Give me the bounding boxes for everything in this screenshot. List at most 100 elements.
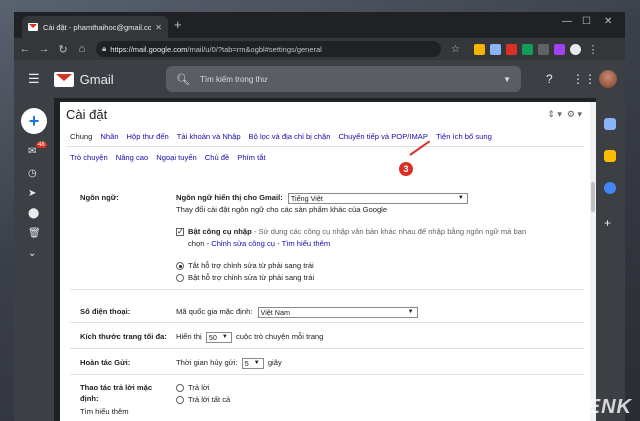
close-tab-icon[interactable]: ✕ [155,23,162,32]
change-language-link[interactable]: Thay đổi cài đặt ngôn ngữ cho các sản ph… [176,204,387,215]
input-tools-desc-2: chọn - [188,239,212,248]
country-code-select[interactable]: Việt Nam ▼ [257,306,418,318]
page-size-value: 50 [208,332,217,342]
browser-tab[interactable]: Cài đặt - phamthaihoc@gmail.co ✕ [22,16,168,38]
language-display-group: Ngôn ngữ hiển thị cho Gmail: Tiếng Việt ▼ [176,192,468,204]
country-code-value: Việt Nam [260,307,290,317]
tab-general[interactable]: Chung [70,132,92,141]
tab-offline[interactable]: Ngoại tuyến [156,153,197,162]
calendar-icon[interactable] [604,118,616,130]
page-size-suffix: cuộc trò chuyện mỗi trang [236,332,324,341]
page-size-prefix: Hiển thị [176,332,202,341]
tab-advanced[interactable]: Nâng cao [116,153,149,162]
undo-send-select[interactable]: 5 ▼ [241,357,264,369]
add-addon-icon[interactable]: + [604,216,611,230]
new-tab-icon[interactable]: + [174,18,182,32]
extension-icon[interactable] [521,43,533,55]
reply-learn-more-link[interactable]: Tìm hiểu thêm [80,406,129,417]
reply-all-radio[interactable] [176,396,184,404]
edit-tools-link[interactable]: Chỉnh sửa công cụ [211,239,275,248]
address-bar[interactable]: 🔒︎ https://mail.google.com/mail/u/0/?tab… [96,41,441,57]
reload-icon[interactable]: ↻ [55,43,71,56]
display-language-select[interactable]: Tiếng Việt ▼ [287,192,468,204]
input-tools-learn-more-link[interactable]: Tìm hiểu thêm [282,239,331,248]
main-menu-icon[interactable]: ☰ [28,71,40,87]
select-arrow-icon: ▼ [457,194,464,201]
country-code-group: Mã quốc gia mặc định: Việt Nam ▼ [176,306,418,318]
tab-shortcuts[interactable]: Phím tắt [237,153,265,162]
snoozed-icon[interactable]: ◷ [28,168,37,179]
gmail-wordmark[interactable]: Gmail [80,72,114,87]
rtl-on-label: Bật hỗ trợ chỉnh sửa từ phải sang trái [188,273,315,282]
inbox-icon[interactable]: ✉ [28,146,36,157]
reply-radio[interactable] [176,384,184,392]
select-arrow-icon: ▼ [221,333,228,340]
settings-tabs-row-2: Trò chuyện Nâng cao Ngoại tuyến Chủ đề P… [60,147,590,167]
tab-chat[interactable]: Trò chuyện [70,153,108,162]
tab-title: Cài đặt - phamthaihoc@gmail.co [43,22,152,32]
mail-search-input[interactable]: 🔍︎ Tìm kiếm trong thư ▼ [166,66,521,92]
menu-dots-icon[interactable]: ⋮ [585,43,601,56]
select-arrow-icon: ▼ [253,359,260,366]
tab-filters-blocked[interactable]: Bộ lọc và địa chỉ bị chặn [249,132,331,141]
tasks-icon[interactable] [604,182,616,194]
extension-icon[interactable] [473,43,485,55]
profile-icon[interactable] [569,43,581,55]
forward-icon[interactable]: → [36,43,52,55]
undo-send-value: 5 [244,358,249,368]
back-icon[interactable]: ← [17,43,33,55]
reply-all-label: Trả lời tất cả [188,395,231,404]
tab-themes[interactable]: Chủ đề [205,153,230,162]
language-label: Ngôn ngữ: [80,193,119,202]
url-text: https://mail.google.com/mail/u/0/?tab=rm… [110,45,322,54]
gmail-favicon-icon [28,23,38,31]
close-window-icon[interactable]: ✕ [604,16,612,27]
page-title: Cài đặt [66,106,108,122]
input-tools-checkbox[interactable] [176,226,184,237]
help-icon[interactable]: ? [546,72,553,86]
trash-icon[interactable]: 🗑︎ [28,228,41,239]
avatar[interactable] [599,70,617,88]
side-panel: + [596,98,625,421]
sent-icon[interactable]: ➤ [28,188,36,199]
display-language-value: Tiếng Việt [290,193,323,203]
reply-option: Trả lời [176,382,210,393]
extension-icon[interactable] [505,43,517,55]
page-size-select[interactable]: 50 ▼ [205,331,232,343]
search-options-icon[interactable]: ▼ [503,75,511,84]
settings-header: Cài đặt [60,102,590,126]
step-marker: 3 [399,162,413,176]
rtl-off-option: Tắt hỗ trợ chỉnh sửa từ phải sang trái [176,260,314,271]
phone-label: Số điện thoại: [80,307,131,316]
extension-icon[interactable] [537,43,549,55]
settings-toolbar-icons[interactable]: ⇕ ▾ ⚙ ▾ [547,109,582,120]
more-chevron-down-icon[interactable]: ⌄ [28,248,36,259]
rtl-off-radio[interactable] [176,262,184,270]
gmail-logo-icon[interactable] [53,71,74,87]
tab-inbox[interactable]: Hộp thư đến [127,132,169,141]
select-arrow-icon: ▼ [407,308,414,315]
extension-icon[interactable] [553,43,565,55]
country-code-label: Mã quốc gia mặc định: [176,307,253,316]
watermark: GENK [570,396,632,418]
compose-button[interactable]: + [21,108,47,134]
tab-addons[interactable]: Tiện ích bổ sung [436,132,492,141]
keep-icon[interactable] [604,150,616,162]
reply-label: Trả lời [188,383,210,392]
undo-send-label: Hoàn tác Gửi: [80,358,131,367]
left-rail: + ✉ 48 ◷ ➤ ⬤ 🗑︎ ⌄ [14,98,54,421]
maximize-icon[interactable]: ☐ [582,16,591,27]
minimize-icon[interactable]: — [562,16,572,27]
rtl-on-radio[interactable] [176,274,184,282]
extension-icon[interactable] [489,43,501,55]
search-icon[interactable]: 🔍︎ [176,73,190,86]
tab-labels[interactable]: Nhãn [100,132,118,141]
spam-icon[interactable]: ⬤ [28,208,39,219]
home-icon[interactable]: ⌂ [74,43,90,55]
bookmark-star-icon[interactable]: ☆ [451,44,460,55]
tab-accounts-import[interactable]: Tài khoản và Nhập [177,132,241,141]
scrollbar-thumb[interactable] [591,182,595,212]
undo-send-prefix: Thời gian hủy gửi: [176,358,238,367]
divider [70,348,584,349]
tab-forwarding-pop-imap[interactable]: Chuyển tiếp và POP/IMAP [338,132,427,141]
